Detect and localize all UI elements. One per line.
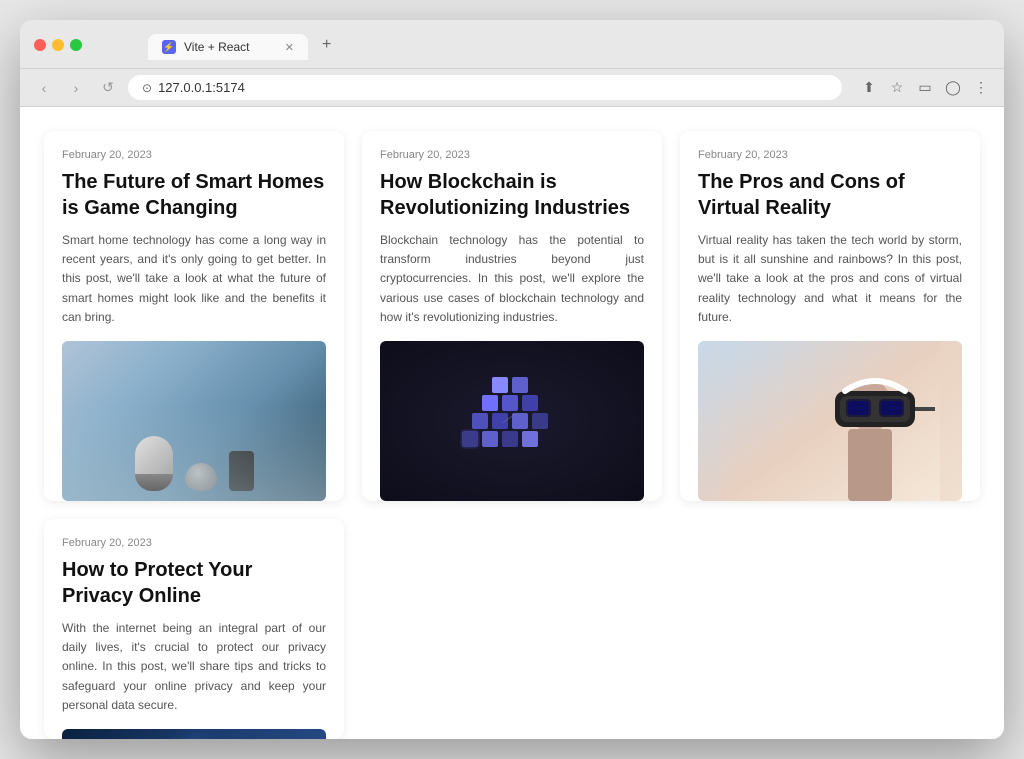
tab-close-button[interactable]: ✕ (285, 41, 294, 54)
vr-image (698, 341, 962, 501)
url-display: 127.0.0.1:5174 (158, 80, 245, 95)
card-title-1: How Blockchain is Revolutionizing Indust… (380, 169, 644, 221)
cards-grid: February 20, 2023 The Future of Smart Ho… (44, 131, 980, 501)
card-image-vr (698, 341, 962, 501)
browser-actions: ⬆ ☆ ▭ ◯ ⋮ (858, 77, 992, 99)
tab-bar: Vite + React ✕ + (148, 30, 341, 60)
tab-title: Vite + React (184, 40, 249, 54)
card-title-3: How to Protect Your Privacy Online (62, 557, 326, 609)
new-tab-button[interactable]: + (312, 30, 341, 60)
browser-window: Vite + React ✕ + ‹ › ↺ ⊙ 127.0.0.1:5174 … (20, 20, 1004, 739)
card-image-smart-homes (62, 341, 326, 501)
profile-button[interactable]: ◯ (942, 77, 964, 99)
card-excerpt-2: Virtual reality has taken the tech world… (698, 231, 962, 327)
card-date-3: February 20, 2023 (62, 537, 326, 549)
card-vr[interactable]: February 20, 2023 The Pros and Cons of V… (680, 131, 980, 501)
close-button[interactable] (34, 39, 46, 51)
reload-button[interactable]: ↺ (96, 76, 120, 100)
smart-home-image (62, 341, 326, 501)
privacy-image: 🔒 (62, 729, 326, 739)
share-button[interactable]: ⬆ (858, 77, 880, 99)
card-date-2: February 20, 2023 (698, 149, 962, 161)
browser-controls: Vite + React ✕ + (34, 30, 990, 60)
circuit-decoration (62, 729, 326, 739)
google-home-device (135, 436, 173, 491)
card-excerpt-0: Smart home technology has come a long wa… (62, 231, 326, 327)
maximize-button[interactable] (70, 39, 82, 51)
address-field[interactable]: ⊙ 127.0.0.1:5174 (128, 75, 842, 100)
page-content: February 20, 2023 The Future of Smart Ho… (20, 107, 1004, 739)
browser-titlebar: Vite + React ✕ + (20, 20, 1004, 69)
tab-favicon (162, 40, 176, 54)
card-date-0: February 20, 2023 (62, 149, 326, 161)
smart-home-devices (135, 341, 254, 501)
smart-speaker-device (229, 451, 254, 491)
nest-mini-device (185, 463, 217, 491)
active-tab[interactable]: Vite + React ✕ (148, 34, 308, 60)
lock-icon: ⊙ (142, 81, 152, 95)
vr-visualization (720, 341, 940, 501)
card-privacy[interactable]: February 20, 2023 How to Protect Your Pr… (44, 519, 344, 739)
card-smart-homes[interactable]: February 20, 2023 The Future of Smart Ho… (44, 131, 344, 501)
back-button[interactable]: ‹ (32, 76, 56, 100)
card-title-2: The Pros and Cons of Virtual Reality (698, 169, 962, 221)
blockchain-visualization (447, 356, 577, 486)
card-image-privacy: 🔒 (62, 729, 326, 739)
bottom-cards-row: February 20, 2023 How to Protect Your Pr… (44, 519, 980, 739)
card-excerpt-3: With the internet being an integral part… (62, 619, 326, 715)
forward-button[interactable]: › (64, 76, 88, 100)
menu-button[interactable]: ⋮ (970, 77, 992, 99)
blockchain-image (380, 341, 644, 501)
bookmark-button[interactable]: ☆ (886, 77, 908, 99)
card-excerpt-1: Blockchain technology has the potential … (380, 231, 644, 327)
address-bar-row: ‹ › ↺ ⊙ 127.0.0.1:5174 ⬆ ☆ ▭ ◯ ⋮ (20, 69, 1004, 107)
card-image-blockchain (380, 341, 644, 501)
card-title-0: The Future of Smart Homes is Game Changi… (62, 169, 326, 221)
card-blockchain[interactable]: February 20, 2023 How Blockchain is Revo… (362, 131, 662, 501)
card-date-1: February 20, 2023 (380, 149, 644, 161)
minimize-button[interactable] (52, 39, 64, 51)
reading-view-button[interactable]: ▭ (914, 77, 936, 99)
